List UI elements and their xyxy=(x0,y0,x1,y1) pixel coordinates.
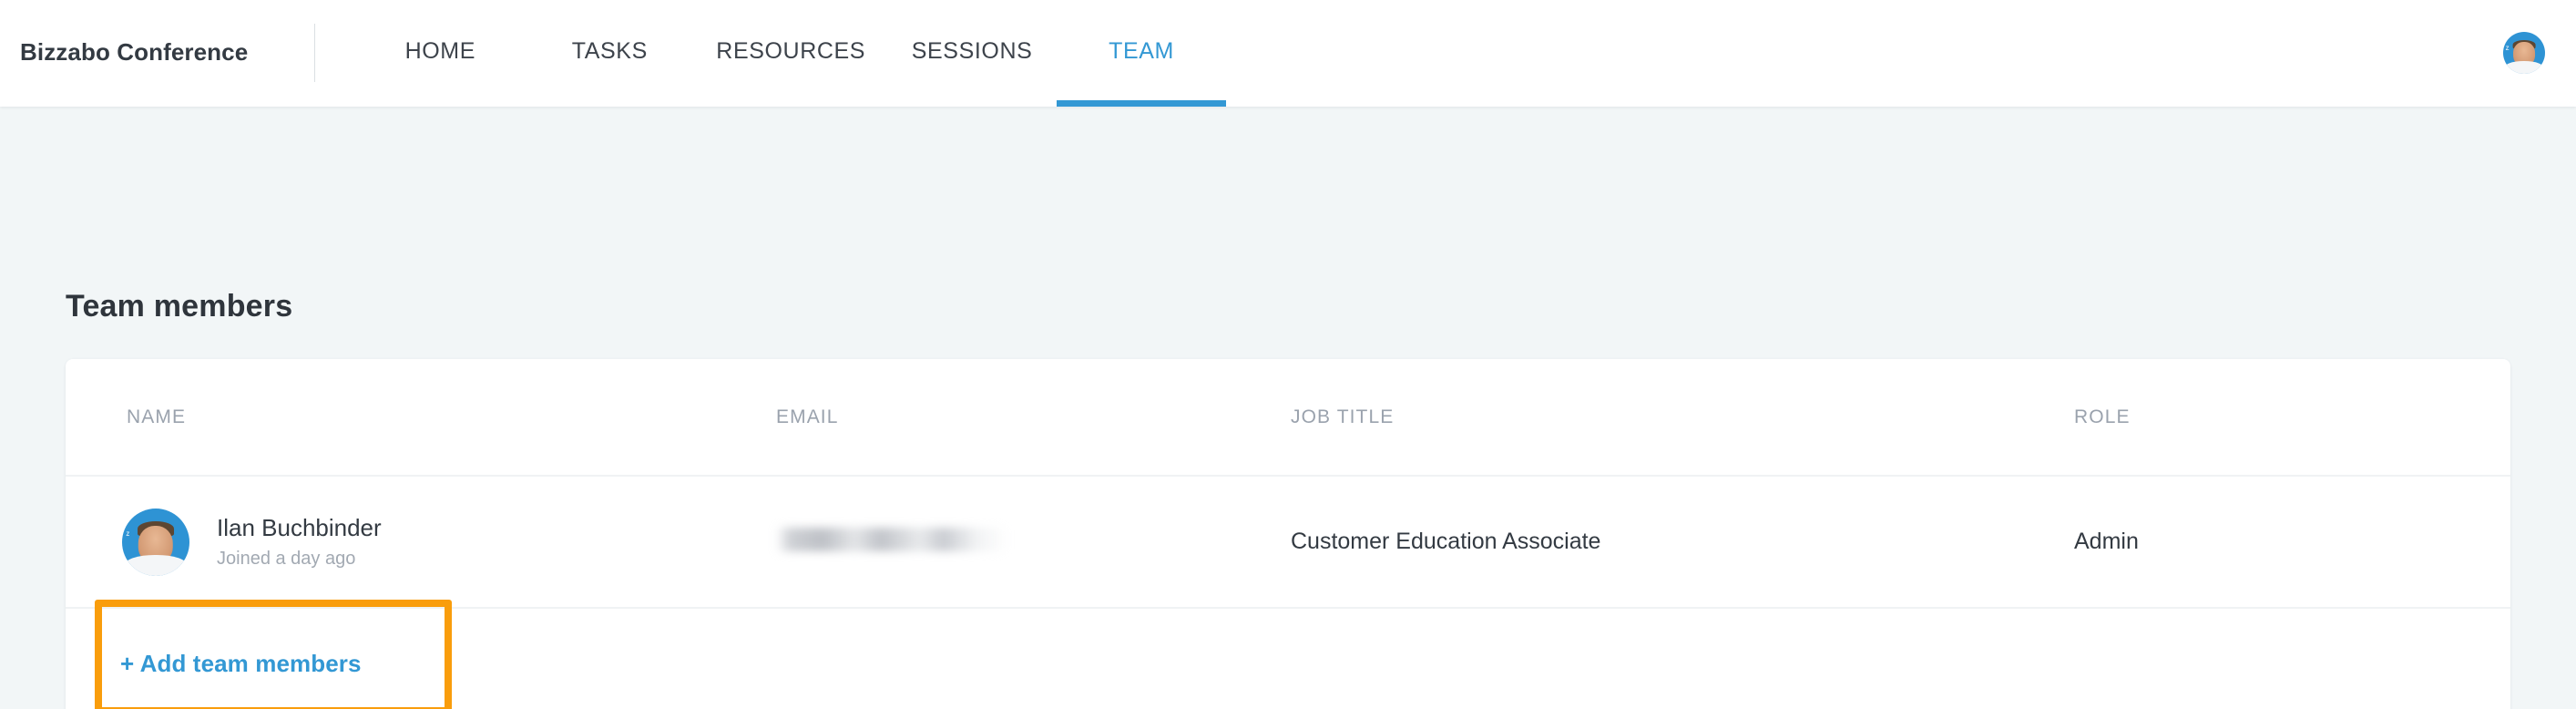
topbar-right-area: Z xyxy=(2503,0,2576,105)
member-job-title: Customer Education Associate xyxy=(1291,529,1601,554)
page-content: Team members NAME EMAIL JOB TITLE ROLE Z… xyxy=(0,107,2576,709)
add-team-members-row: + Add team members xyxy=(66,600,2510,709)
column-header-email: EMAIL xyxy=(776,406,839,427)
brand-divider xyxy=(314,23,316,82)
team-members-card: NAME EMAIL JOB TITLE ROLE Z Ilan Buchbin… xyxy=(66,359,2510,709)
top-navigation-bar: Bizzabo Conference HOME TASKS RESOURCES … xyxy=(0,0,2576,107)
nav-item-sessions[interactable]: SESSIONS xyxy=(887,0,1057,107)
redacted-email xyxy=(776,528,1008,551)
brand-area: Bizzabo Conference xyxy=(0,0,316,105)
avatar-shirt-shape xyxy=(2504,60,2544,74)
table-header-row: NAME EMAIL JOB TITLE ROLE xyxy=(66,359,2510,477)
member-avatar-watermark-label: Z xyxy=(126,532,129,539)
table-row[interactable]: Z Ilan Buchbinder Joined a day ago Custo… xyxy=(66,477,2510,609)
column-header-name: NAME xyxy=(127,406,187,427)
nav-item-resources[interactable]: RESOURCES xyxy=(694,0,887,107)
column-header-role: ROLE xyxy=(2074,406,2131,427)
nav-item-home[interactable]: HOME xyxy=(355,0,525,107)
brand-title: Bizzabo Conference xyxy=(20,38,249,66)
main-nav: HOME TASKS RESOURCES SESSIONS TEAM xyxy=(355,0,1227,107)
member-name-block: Ilan Buchbinder Joined a day ago xyxy=(217,514,382,570)
member-avatar: Z xyxy=(122,508,189,576)
avatar-watermark-label: Z xyxy=(2505,46,2510,53)
member-role: Admin xyxy=(2074,529,2139,554)
member-name-cell: Z Ilan Buchbinder Joined a day ago xyxy=(66,508,749,576)
page-title: Team members xyxy=(66,289,293,324)
nav-item-tasks[interactable]: TASKS xyxy=(525,0,694,107)
member-email-cell xyxy=(749,528,1263,556)
column-header-job-title: JOB TITLE xyxy=(1291,406,1395,427)
member-name: Ilan Buchbinder xyxy=(217,513,382,541)
nav-item-team[interactable]: TEAM xyxy=(1057,0,1227,107)
member-joined-date: Joined a day ago xyxy=(217,549,356,570)
add-team-members-button[interactable]: + Add team members xyxy=(120,650,362,678)
member-avatar-shirt-shape xyxy=(124,555,188,576)
user-avatar[interactable]: Z xyxy=(2503,31,2545,74)
